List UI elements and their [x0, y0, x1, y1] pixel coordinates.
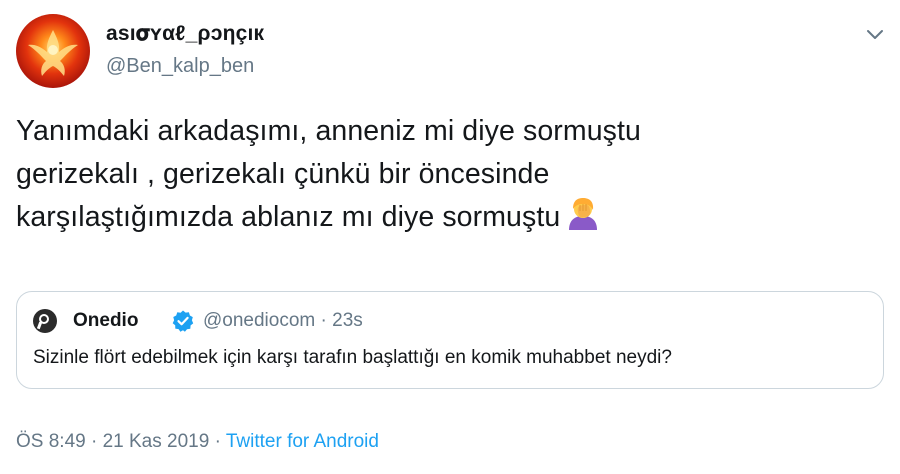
display-name[interactable]: ası𝛔ʏαℓ_ρɔηçıк — [106, 22, 264, 46]
tweet-text-line: karşılaştığımızda ablanız mı diye sormuş… — [16, 196, 816, 239]
tweet-source-link[interactable]: Twitter for Android — [226, 431, 379, 452]
chevron-down-icon[interactable] — [862, 22, 888, 48]
tweet-text-line-content: karşılaştığımızda ablanız mı diye sormuş… — [16, 201, 561, 233]
quoted-handle-time: @onediocom · 23s — [203, 310, 363, 331]
tweet-metadata: ÖS 8:49 · 21 Kas 2019 · Twitter for Andr… — [16, 431, 379, 453]
tweet-text-line: Yanımdaki arkadaşımı, anneniz mi diye so… — [16, 115, 642, 147]
profile-avatar[interactable] — [16, 14, 90, 88]
phoenix-icon — [28, 30, 78, 76]
onedio-avatar[interactable] — [33, 309, 57, 333]
verified-badge-icon — [172, 310, 194, 332]
woman-facepalming-emoji-icon — [569, 198, 598, 230]
tweet-timestamp[interactable]: ÖS 8:49 · 21 Kas 2019 · — [16, 431, 226, 452]
tweet-text: Yanımdaki arkadaşımı, anneniz mi diye so… — [16, 110, 816, 239]
quoted-tweet-card[interactable]: Onedio @onediocom · 23s Sizinle flört ed… — [16, 291, 884, 389]
username[interactable]: @Ben_kalp_ben — [106, 55, 254, 78]
quoted-tweet-text: Sizinle flört edebilmek için karşı taraf… — [33, 347, 672, 368]
quoted-display-name: Onedio — [73, 310, 139, 331]
tweet-text-line: gerizekalı , gerizekalı çünkü bir öncesi… — [16, 158, 550, 190]
